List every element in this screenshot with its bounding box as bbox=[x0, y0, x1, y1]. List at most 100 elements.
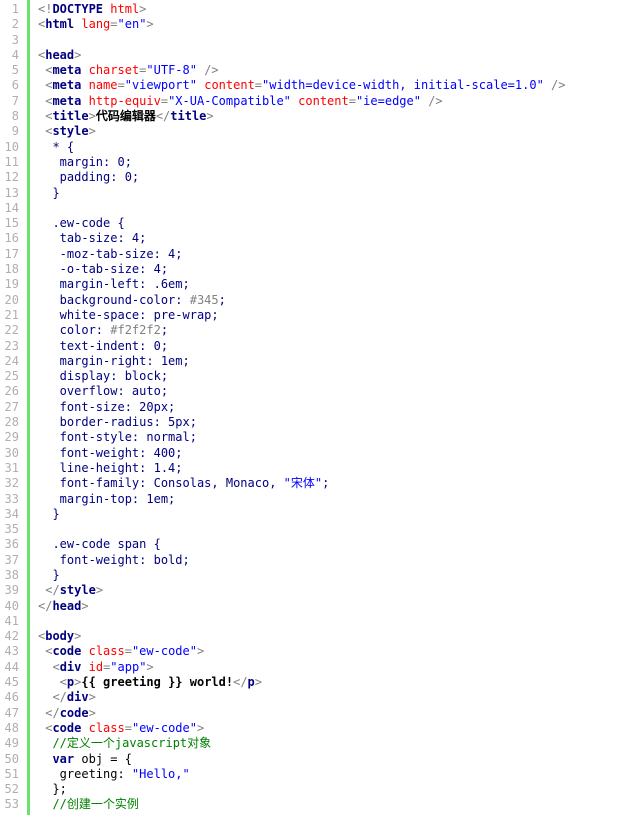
line-number: 9 bbox=[4, 124, 19, 139]
code-line: //创建一个实例 bbox=[38, 797, 630, 812]
code-line bbox=[38, 522, 630, 537]
line-number: 21 bbox=[4, 308, 19, 323]
line-number: 13 bbox=[4, 186, 19, 201]
code-line: .ew-code { bbox=[38, 216, 630, 231]
code-line: <html lang="en"> bbox=[38, 17, 630, 32]
code-line: white-space: pre-wrap; bbox=[38, 308, 630, 323]
line-number: 43 bbox=[4, 644, 19, 659]
line-number: 29 bbox=[4, 430, 19, 445]
line-number: 7 bbox=[4, 94, 19, 109]
line-number: 37 bbox=[4, 553, 19, 568]
line-number: 50 bbox=[4, 752, 19, 767]
line-number: 10 bbox=[4, 140, 19, 155]
line-number: 8 bbox=[4, 109, 19, 124]
code-line: font-weight: bold; bbox=[38, 553, 630, 568]
code-content[interactable]: <!DOCTYPE html><html lang="en"> <head> <… bbox=[30, 0, 630, 815]
code-line: margin: 0; bbox=[38, 155, 630, 170]
code-line: <style> bbox=[38, 124, 630, 139]
line-number: 48 bbox=[4, 721, 19, 736]
code-line: * { bbox=[38, 140, 630, 155]
code-line: display: block; bbox=[38, 369, 630, 384]
line-number: 11 bbox=[4, 155, 19, 170]
line-number: 16 bbox=[4, 231, 19, 246]
line-number: 45 bbox=[4, 675, 19, 690]
code-line: overflow: auto; bbox=[38, 384, 630, 399]
code-line: margin-right: 1em; bbox=[38, 354, 630, 369]
line-number: 3 bbox=[4, 33, 19, 48]
code-line: var obj = { bbox=[38, 752, 630, 767]
code-line: text-indent: 0; bbox=[38, 339, 630, 354]
line-number: 17 bbox=[4, 247, 19, 262]
code-line: </div> bbox=[38, 690, 630, 705]
code-line: //定义一个javascript对象 bbox=[38, 736, 630, 751]
line-number: 27 bbox=[4, 400, 19, 415]
code-line: } bbox=[38, 186, 630, 201]
line-number: 52 bbox=[4, 782, 19, 797]
code-line: <meta name="viewport" content="width=dev… bbox=[38, 78, 630, 93]
code-line: <code class="ew-code"> bbox=[38, 721, 630, 736]
line-number: 2 bbox=[4, 17, 19, 32]
line-number: 47 bbox=[4, 706, 19, 721]
line-number: 4 bbox=[4, 48, 19, 63]
code-line: <meta http-equiv="X-UA-Compatible" conte… bbox=[38, 94, 630, 109]
code-line bbox=[38, 201, 630, 216]
line-number: 44 bbox=[4, 660, 19, 675]
line-number: 36 bbox=[4, 537, 19, 552]
code-line: font-family: Consolas, Monaco, "宋体"; bbox=[38, 476, 630, 491]
code-line: -o-tab-size: 4; bbox=[38, 262, 630, 277]
line-number: 38 bbox=[4, 568, 19, 583]
line-number: 25 bbox=[4, 369, 19, 384]
line-number: 19 bbox=[4, 277, 19, 292]
line-number: 51 bbox=[4, 767, 19, 782]
line-number: 53 bbox=[4, 797, 19, 812]
code-line: border-radius: 5px; bbox=[38, 415, 630, 430]
code-line: <head> bbox=[38, 48, 630, 63]
code-line: } bbox=[38, 507, 630, 522]
code-line: background-color: #345; bbox=[38, 293, 630, 308]
code-line: <p>{{ greeting }} world!</p> bbox=[38, 675, 630, 690]
code-line: </code> bbox=[38, 706, 630, 721]
line-number: 12 bbox=[4, 170, 19, 185]
line-number: 35 bbox=[4, 522, 19, 537]
code-line: }; bbox=[38, 782, 630, 797]
line-number: 20 bbox=[4, 293, 19, 308]
code-line: <!DOCTYPE html> bbox=[38, 2, 630, 17]
line-number: 6 bbox=[4, 78, 19, 93]
line-number-gutter: 1234567891011121314151617181920212223242… bbox=[0, 0, 30, 815]
line-number: 49 bbox=[4, 736, 19, 751]
line-number: 32 bbox=[4, 476, 19, 491]
code-line: .ew-code span { bbox=[38, 537, 630, 552]
code-line: <meta charset="UTF-8" /> bbox=[38, 63, 630, 78]
line-number: 39 bbox=[4, 583, 19, 598]
line-number: 24 bbox=[4, 354, 19, 369]
code-line: line-height: 1.4; bbox=[38, 461, 630, 476]
line-number: 28 bbox=[4, 415, 19, 430]
code-line: font-weight: 400; bbox=[38, 446, 630, 461]
line-number: 5 bbox=[4, 63, 19, 78]
code-line bbox=[38, 33, 630, 48]
code-line: <code class="ew-code"> bbox=[38, 644, 630, 659]
line-number: 31 bbox=[4, 461, 19, 476]
line-number: 23 bbox=[4, 339, 19, 354]
code-line: greeting: "Hello," bbox=[38, 767, 630, 782]
line-number: 40 bbox=[4, 599, 19, 614]
line-number: 22 bbox=[4, 323, 19, 338]
code-line: } bbox=[38, 568, 630, 583]
code-line: margin-left: .6em; bbox=[38, 277, 630, 292]
code-line: <title>代码编辑器</title> bbox=[38, 109, 630, 124]
line-number: 42 bbox=[4, 629, 19, 644]
code-line: margin-top: 1em; bbox=[38, 492, 630, 507]
code-line: font-size: 20px; bbox=[38, 400, 630, 415]
line-number: 46 bbox=[4, 690, 19, 705]
code-line: padding: 0; bbox=[38, 170, 630, 185]
code-line: <body> bbox=[38, 629, 630, 644]
line-number: 18 bbox=[4, 262, 19, 277]
line-number: 30 bbox=[4, 446, 19, 461]
line-number: 15 bbox=[4, 216, 19, 231]
code-line: </head> bbox=[38, 599, 630, 614]
code-line: font-style: normal; bbox=[38, 430, 630, 445]
line-number: 34 bbox=[4, 507, 19, 522]
line-number: 26 bbox=[4, 384, 19, 399]
line-number: 33 bbox=[4, 492, 19, 507]
line-number: 41 bbox=[4, 614, 19, 629]
